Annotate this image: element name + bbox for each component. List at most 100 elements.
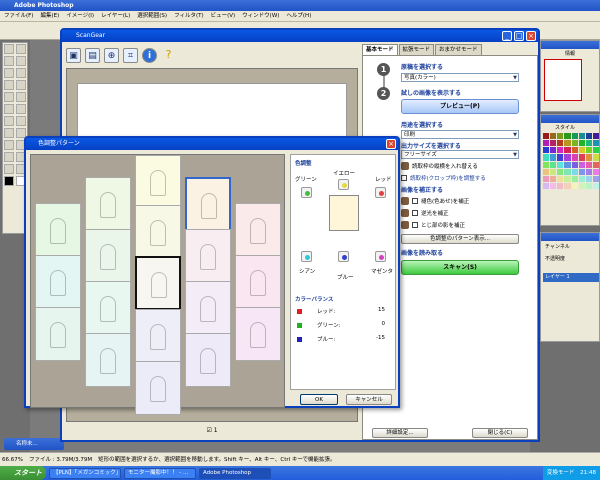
pattern-thumb[interactable] [35, 255, 81, 309]
marquee-tool-icon[interactable] [4, 44, 14, 54]
channels-tab[interactable]: チャンネル [545, 243, 570, 250]
pattern-thumb[interactable] [135, 309, 181, 363]
swatch[interactable] [578, 182, 585, 189]
pattern-thumb[interactable] [135, 361, 181, 415]
swatch[interactable] [557, 154, 564, 161]
swatch[interactable] [550, 133, 557, 140]
move-tool-icon[interactable] [16, 44, 26, 54]
gradient-tool-icon[interactable] [16, 104, 26, 114]
swatch[interactable] [578, 161, 585, 168]
swatch[interactable] [585, 140, 592, 147]
purpose-select[interactable]: 印刷 [401, 130, 519, 139]
crop-tool-icon[interactable] [4, 68, 14, 78]
adjust-crop-checkbox[interactable] [401, 175, 407, 181]
swatch[interactable] [557, 133, 564, 140]
swatch[interactable] [571, 154, 578, 161]
red-shift-button[interactable] [375, 187, 386, 198]
menu-window[interactable]: ウィンドウ(W) [242, 11, 279, 21]
selected-pattern-thumb[interactable] [135, 256, 181, 310]
swatch[interactable] [592, 133, 599, 140]
swatch[interactable] [564, 140, 571, 147]
output-size-select[interactable]: フリーサイズ [401, 150, 519, 159]
green-shift-button[interactable] [301, 187, 312, 198]
swatch[interactable] [585, 154, 592, 161]
pattern-thumb[interactable] [185, 281, 231, 335]
swatch[interactable] [592, 147, 599, 154]
swatch[interactable] [585, 175, 592, 182]
menu-select[interactable]: 選択範囲(S) [137, 11, 167, 21]
cyan-shift-button[interactable] [301, 251, 312, 262]
crop-icon[interactable]: ⌗ [123, 47, 138, 63]
pattern-thumb[interactable] [135, 205, 181, 259]
dodge-tool-icon[interactable] [16, 116, 26, 126]
swatch[interactable] [564, 133, 571, 140]
task-button-photoshop[interactable]: Adobe Photoshop [199, 467, 271, 479]
swatch[interactable] [585, 182, 592, 189]
swatch[interactable] [585, 147, 592, 154]
swatch[interactable] [550, 154, 557, 161]
pattern-thumb[interactable] [85, 229, 131, 283]
swatch[interactable] [578, 133, 585, 140]
swatch[interactable] [550, 147, 557, 154]
swatch[interactable] [564, 161, 571, 168]
swatch[interactable] [585, 168, 592, 175]
monitor-icon[interactable]: ▤ [85, 47, 100, 63]
backlight-correction-row[interactable]: 逆光を補正 [401, 208, 449, 218]
swatch[interactable] [557, 140, 564, 147]
hand-tool-icon[interactable] [4, 164, 14, 174]
menu-filter[interactable]: フィルタ(T) [174, 11, 204, 21]
pattern-thumb[interactable] [85, 177, 131, 231]
source-select[interactable]: 写真(カラー) [401, 73, 519, 82]
maximize-button[interactable]: □ [514, 31, 524, 41]
swatches-tab[interactable]: スタイル [555, 124, 575, 131]
dialog-close-button[interactable]: × [386, 139, 396, 149]
swap-frame-row[interactable]: 読取枠の縦横を入れ替える [401, 161, 478, 171]
pattern-thumb[interactable] [235, 255, 281, 309]
history-brush-icon[interactable] [16, 92, 26, 102]
swatch[interactable] [550, 168, 557, 175]
menu-help[interactable]: ヘルプ(H) [286, 11, 311, 21]
info-icon[interactable]: i [142, 47, 157, 63]
swatch[interactable] [571, 140, 578, 147]
swatch[interactable] [543, 147, 550, 154]
stamp-tool-icon[interactable] [4, 92, 14, 102]
swatch[interactable] [564, 147, 571, 154]
cancel-button[interactable]: キャンセル [346, 394, 392, 405]
swatch[interactable] [543, 175, 550, 182]
tab-auto-mode[interactable]: おまかせモード [435, 44, 482, 55]
scan-button[interactable]: スキャン(S) [401, 260, 519, 275]
help-icon[interactable]: ? [161, 48, 176, 63]
navigator-tab[interactable]: 情報 [565, 50, 575, 57]
start-button[interactable]: スタート [0, 466, 46, 480]
swatch[interactable] [592, 161, 599, 168]
swatch[interactable] [550, 175, 557, 182]
close-button[interactable]: × [526, 31, 536, 41]
path-select-icon[interactable] [4, 128, 14, 138]
task-button-comic[interactable]: 【PLN】「メガンコミック」... [49, 467, 121, 479]
minimized-document[interactable]: 名称未... [4, 438, 64, 450]
magic-wand-icon[interactable] [16, 56, 26, 66]
swatch[interactable] [543, 140, 550, 147]
color-pattern-button[interactable]: 色調整のパターン表示... [401, 234, 519, 244]
swatch[interactable] [571, 182, 578, 189]
pattern-thumb[interactable] [235, 307, 281, 361]
blur-tool-icon[interactable] [4, 116, 14, 126]
pattern-thumb[interactable] [35, 203, 81, 257]
swatch[interactable] [557, 182, 564, 189]
menu-view[interactable]: ビュー(V) [211, 11, 236, 21]
swatch[interactable] [592, 168, 599, 175]
swatch[interactable] [564, 175, 571, 182]
layer-row[interactable]: レイヤー 1 [543, 273, 599, 282]
fade-correction-row[interactable]: 褪色(色あせ)を補正 [401, 196, 469, 206]
swatch[interactable] [571, 133, 578, 140]
gutter-correction-row[interactable]: とじ部の影を補正 [401, 220, 465, 230]
tab-advanced-mode[interactable]: 拡張モード [398, 44, 435, 55]
zoom-icon[interactable]: ⊕ [104, 47, 119, 63]
swatch[interactable] [571, 175, 578, 182]
blue-shift-button[interactable] [338, 251, 349, 262]
menu-image[interactable]: イメージ(I) [66, 11, 94, 21]
pattern-thumb[interactable] [135, 155, 181, 209]
swatch[interactable] [557, 161, 564, 168]
notes-tool-icon[interactable] [4, 152, 14, 162]
yellow-shift-button[interactable] [338, 179, 349, 190]
